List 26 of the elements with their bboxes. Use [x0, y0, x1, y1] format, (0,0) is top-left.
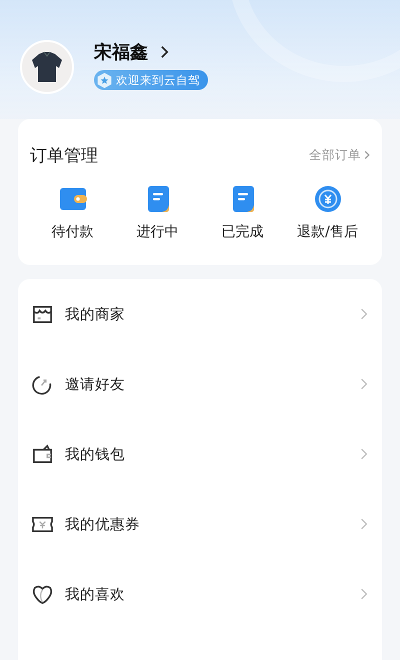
star-icon [96, 72, 113, 88]
share-icon [32, 374, 53, 394]
profile-name[interactable]: 宋福鑫 [94, 40, 208, 64]
menu-item[interactable]: 我的钱包 [18, 419, 382, 489]
chevron-right-icon [360, 307, 368, 321]
chevron-right-icon [360, 517, 368, 531]
menu-item[interactable]: 邀请好友 [18, 349, 382, 419]
chevron-right-icon [360, 447, 368, 461]
store-icon [32, 304, 53, 324]
chevron-right-icon [160, 45, 169, 59]
heart-icon [32, 584, 53, 604]
orders-title: 订单管理 [30, 144, 98, 166]
menu-item[interactable]: 我的优惠券 [18, 489, 382, 559]
wallet-icon [58, 185, 86, 213]
menu-item[interactable]: 我的喜欢 [18, 559, 382, 629]
chevron-right-icon [360, 377, 368, 391]
order-status-button[interactable]: 进行中 [115, 185, 200, 241]
chevron-right-icon [360, 587, 368, 601]
order-status-button[interactable]: 退款/售后 [285, 185, 370, 241]
welcome-badge: 欢迎来到云自驾 [94, 70, 208, 90]
chevron-right-icon [364, 150, 370, 160]
wallet-icon [32, 444, 53, 464]
order-status-button[interactable]: 待付款 [30, 185, 115, 241]
yuan-refund-icon [314, 185, 342, 213]
menu-item[interactable]: 我的商家 [18, 279, 382, 349]
order-status-button[interactable]: 已完成 [200, 185, 285, 241]
